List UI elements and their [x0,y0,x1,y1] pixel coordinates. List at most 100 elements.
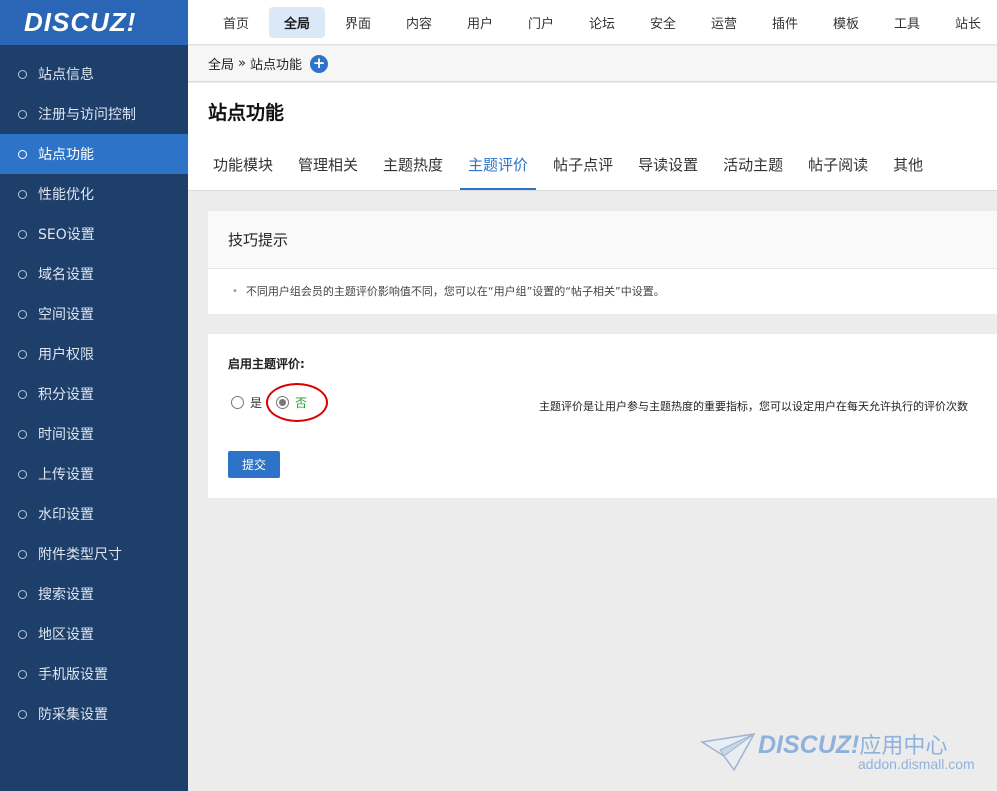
circle-icon [18,549,27,559]
circle-icon [18,349,27,359]
sidebar-item-mobile[interactable]: 手机版设置 [0,654,188,694]
topnav-item-content[interactable]: 内容 [391,7,447,38]
topnav-item-forum[interactable]: 论坛 [574,7,630,38]
circle-icon [18,509,27,519]
sidebar-item-region[interactable]: 地区设置 [0,614,188,654]
topnav-item-interface[interactable]: 界面 [330,7,386,38]
logo-text: DISCUZ! [24,7,137,37]
sidebar-item-label: 防采集设置 [38,707,108,723]
page-header: 站点功能 功能模块 管理相关 主题热度 主题评价 帖子点评 导读设置 活动主题 … [188,83,997,191]
sidebar-item-search[interactable]: 搜索设置 [0,574,188,614]
watermark-brand-latin: DISCUZ! [758,731,860,759]
circle-icon [18,469,27,479]
sidebar-item-attachment-types[interactable]: 附件类型尺寸 [0,534,188,574]
sidebar-item-site-features[interactable]: 站点功能 [0,134,188,174]
sidebar-menu: 站点信息 注册与访问控制 站点功能 性能优化 SEO设置 域名设置 空间设置 用… [0,54,188,734]
circle-icon [18,709,27,719]
tab-feature-modules[interactable]: 功能模块 [205,143,281,190]
circle-icon [18,69,27,79]
sidebar-item-label: 地区设置 [38,627,94,643]
tab-thread-rating[interactable]: 主题评价 [460,143,537,190]
top-nav: 首页 全局 界面 内容 用户 门户 论坛 安全 运营 插件 模板 工具 站长 [188,0,997,45]
tab-activity-threads[interactable]: 活动主题 [715,143,791,190]
sidebar-item-space[interactable]: 空间设置 [0,294,188,334]
topnav-item-templates[interactable]: 模板 [818,7,874,38]
circle-icon [18,309,27,319]
sidebar-item-label: 站点功能 [38,147,94,163]
sidebar-item-anti-scraping[interactable]: 防采集设置 [0,694,188,734]
topnav-item-webmaster[interactable]: 站长 [940,7,996,38]
topnav-item-operations[interactable]: 运营 [696,7,752,38]
topnav-item-tools[interactable]: 工具 [879,7,935,38]
topnav-item-security[interactable]: 安全 [635,7,691,38]
tips-text: 不同用户组会员的主题评价影响值不同，您可以在“用户组”设置的“帖子相关”中设置。 [245,285,665,298]
circle-icon [18,269,27,279]
sidebar-item-label: 性能优化 [38,187,94,203]
sidebar-item-watermark[interactable]: 水印设置 [0,494,188,534]
circle-icon [18,229,27,239]
topnav-item-users[interactable]: 用户 [452,7,508,38]
circle-icon [18,669,27,679]
sidebar-item-user-permissions[interactable]: 用户权限 [0,334,188,374]
watermark: DISCUZ!应用中心 addon.dismall.com [700,726,990,776]
circle-icon [18,629,27,639]
sidebar-item-label: 用户权限 [38,347,94,363]
settings-panel: 启用主题评价: 是 否 主题评价是让用户参与主题热度的重要指标，您可以设定用户在… [208,334,997,498]
tab-management[interactable]: 管理相关 [290,143,366,190]
paper-plane-icon [700,733,756,772]
tab-guide-settings[interactable]: 导读设置 [630,143,706,190]
tab-other[interactable]: 其他 [885,143,931,190]
sidebar-item-label: 附件类型尺寸 [38,547,122,563]
sidebar-item-time[interactable]: 时间设置 [0,414,188,454]
sidebar-item-label: 搜索设置 [38,587,94,603]
sidebar-item-label: SEO设置 [38,227,95,243]
sidebar-item-credits[interactable]: 积分设置 [0,374,188,414]
sidebar-item-domain[interactable]: 域名设置 [0,254,188,294]
topnav-item-home[interactable]: 首页 [208,7,264,38]
breadcrumb-parent[interactable]: 全局 [208,54,234,73]
tips-title: 技巧提示 [208,211,997,269]
topnav-item-portal[interactable]: 门户 [513,7,569,38]
field-description: 主题评价是让用户参与主题热度的重要指标，您可以设定用户在每天允许执行的评价次数 [539,400,968,413]
breadcrumb-current: 站点功能 [249,58,302,73]
breadcrumb: 全局 » 站点功能 + [188,46,997,82]
tips-panel: 技巧提示 • 不同用户组会员的主题评价影响值不同，您可以在“用户组”设置的“帖子… [208,211,997,314]
page-title: 站点功能 [208,102,285,124]
sidebar-item-register-access[interactable]: 注册与访问控制 [0,94,188,134]
sidebar-item-label: 上传设置 [38,467,94,483]
tab-bar: 功能模块 管理相关 主题热度 主题评价 帖子点评 导读设置 活动主题 帖子阅读 … [205,143,940,190]
sidebar: DISCUZ! 站点信息 注册与访问控制 站点功能 性能优化 SEO设置 域名设… [0,0,188,791]
topnav-item-plugins[interactable]: 插件 [757,7,813,38]
topnav-item-global[interactable]: 全局 [269,6,325,38]
tab-post-reading[interactable]: 帖子阅读 [800,143,876,190]
sidebar-item-label: 域名设置 [38,267,94,283]
circle-icon [18,189,27,199]
sidebar-item-label: 空间设置 [38,307,94,323]
sidebar-item-label: 时间设置 [38,427,94,443]
sidebar-item-label: 水印设置 [38,507,94,523]
sidebar-item-performance[interactable]: 性能优化 [0,174,188,214]
circle-icon [18,389,27,399]
submit-button[interactable]: 提交 [228,451,280,478]
sidebar-item-site-info[interactable]: 站点信息 [0,54,188,94]
plus-icon[interactable]: + [310,54,328,73]
tab-thread-heat[interactable]: 主题热度 [375,143,451,190]
radio-yes[interactable] [231,396,244,409]
circle-icon [18,109,27,119]
bullet-icon: • [232,285,238,297]
sidebar-item-label: 积分设置 [38,387,94,403]
circle-icon [18,589,27,599]
tips-body: • 不同用户组会员的主题评价影响值不同，您可以在“用户组”设置的“帖子相关”中设… [208,269,997,299]
circle-icon [18,429,27,439]
sidebar-item-seo[interactable]: SEO设置 [0,214,188,254]
tab-post-comments[interactable]: 帖子点评 [545,143,621,190]
watermark-url: addon.dismall.com [858,756,975,772]
sidebar-item-label: 注册与访问控制 [38,107,136,123]
sidebar-item-upload[interactable]: 上传设置 [0,454,188,494]
enable-thread-rating-label: 启用主题评价: [228,357,305,371]
logo[interactable]: DISCUZ! [0,0,188,45]
sidebar-item-label: 手机版设置 [38,667,108,683]
radio-yes-label[interactable]: 是 [250,394,262,411]
highlight-circle [266,383,328,422]
sidebar-item-label: 站点信息 [38,67,94,83]
